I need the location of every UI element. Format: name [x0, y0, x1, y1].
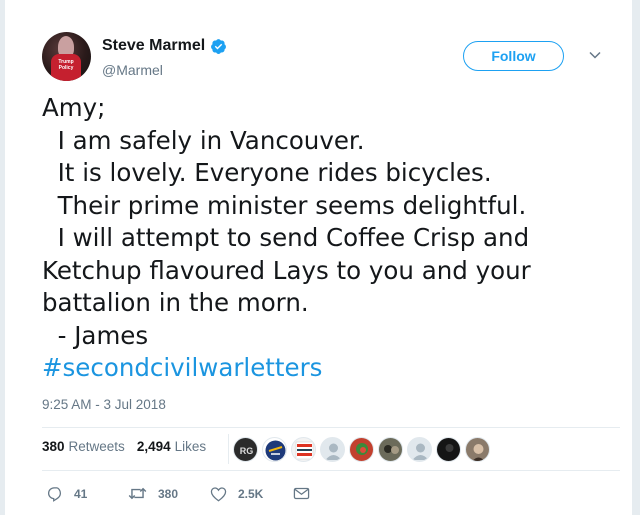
avatar-default-egg-icon [412, 443, 429, 460]
avatar-default-egg-icon [325, 443, 342, 460]
liker-avatar[interactable] [349, 436, 374, 462]
reply-button[interactable]: 41 [46, 485, 128, 502]
chevron-down-icon[interactable] [588, 48, 602, 62]
liker-avatar[interactable] [436, 436, 461, 462]
tweet-line: - James [42, 320, 149, 350]
retweets-stat[interactable]: 380 Retweets [42, 439, 125, 454]
liker-avatar[interactable] [378, 436, 403, 462]
divider [42, 427, 620, 428]
avatar-portrait-photo-icon [472, 443, 485, 461]
like-button[interactable]: 2.5K [210, 486, 293, 502]
retweet-icon [128, 487, 147, 500]
like-count: 2.5K [238, 486, 264, 501]
tweet-line: Their prime minister seems delightful. [42, 190, 527, 220]
heart-icon [210, 486, 227, 502]
avatar-sabres-logo-icon [265, 440, 286, 460]
svg-text:RG: RG [240, 446, 254, 456]
avatar-group-photo-icon [384, 444, 399, 454]
avatar-dark-logo-icon: RG [240, 446, 254, 456]
envelope-icon [293, 487, 310, 500]
likes-stat[interactable]: 2,494 Likes [137, 439, 206, 454]
liker-avatars: RG [228, 434, 494, 464]
follow-button[interactable]: Follow [463, 41, 564, 71]
tweet-line: It is lovely. Everyone rides bicycles. [42, 158, 492, 187]
liker-avatar[interactable]: RG [233, 436, 258, 462]
avatar-sign-text: Trump Policy [58, 59, 74, 71]
liker-avatar[interactable] [407, 436, 432, 462]
tweet-timestamp[interactable]: 9:25 AM - 3 Jul 2018 [42, 397, 166, 412]
reply-icon [47, 487, 62, 502]
direct-message-button[interactable] [293, 486, 310, 501]
tweet-line: I will attempt to send Coffee Crisp and [42, 223, 530, 252]
retweet-count: 380 [158, 486, 179, 501]
tweet-text: Amy; I am safely in Vancouver. It is lov… [42, 92, 602, 385]
tweet-stats: 380 Retweets 2,494 Likes [42, 439, 218, 454]
tweet-line: Amy; [42, 93, 106, 122]
avatar-red-photo-icon [356, 442, 368, 455]
likes-label: Likes [174, 439, 207, 454]
hashtag-link[interactable]: #secondcivilwarletters [42, 352, 602, 385]
frame-left-border [0, 0, 5, 515]
liker-avatar[interactable] [262, 436, 287, 462]
retweets-count: 380 [42, 439, 65, 454]
tweet-line: Ketchup flavoured Lays to you and your [42, 255, 531, 285]
tweet-header: Trump Policy Steve Marmel @Marmel Follow [42, 32, 620, 82]
avatar-sign-icon [295, 441, 314, 459]
frame-right-border [632, 0, 640, 515]
avatar-dark-photo-icon [445, 443, 454, 452]
user-handle[interactable]: @Marmel [102, 62, 227, 78]
verified-badge-icon [211, 38, 227, 54]
retweet-button[interactable]: 380 [128, 485, 210, 502]
divider [42, 470, 620, 471]
tweet-line: I am safely in Vancouver. [42, 125, 365, 155]
user-info: Steve Marmel @Marmel [102, 37, 227, 78]
liker-avatar[interactable] [465, 436, 490, 462]
avatar[interactable]: Trump Policy [42, 32, 91, 81]
retweets-label: Retweets [68, 439, 125, 454]
tweet-line: battalion in the morn. [42, 288, 309, 317]
tweet-actions: 41 380 2.5K [46, 485, 310, 502]
liker-avatar[interactable] [320, 436, 345, 462]
liker-avatar[interactable] [291, 436, 316, 462]
likes-count: 2,494 [136, 439, 171, 454]
reply-count: 41 [74, 486, 88, 501]
display-name[interactable]: Steve Marmel [102, 37, 205, 55]
name-row: Steve Marmel [102, 37, 227, 55]
